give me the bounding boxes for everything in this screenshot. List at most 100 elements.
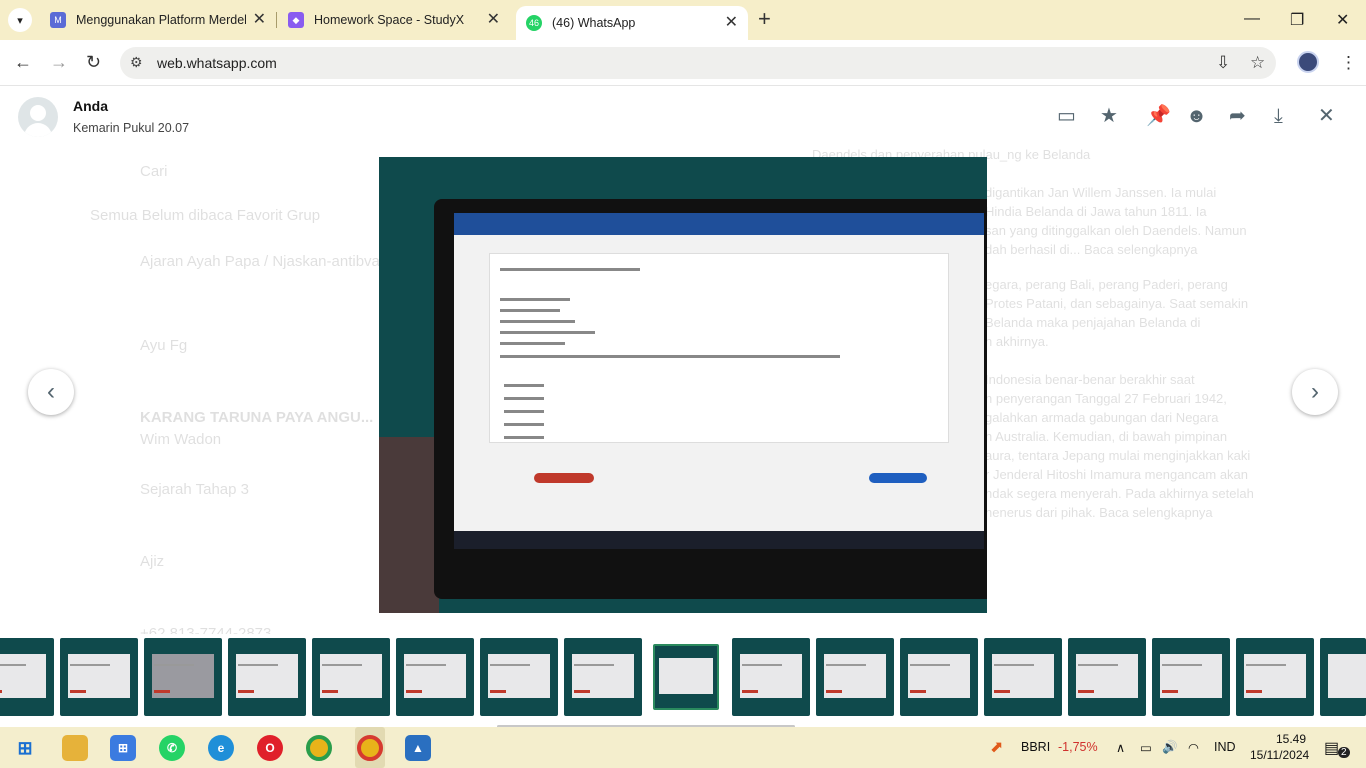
photos-app-icon[interactable]: ▲ [405,735,431,761]
thumbnail[interactable] [0,638,54,716]
bg-message-line: digantikan Jan Willem Janssen. Ia mulai [985,185,1217,200]
photo-option-line [504,423,544,426]
restore-icon[interactable]: ❐ [1290,10,1304,30]
photo-text-line [500,342,565,345]
file-explorer-icon[interactable] [62,735,88,761]
edge-icon[interactable]: e [208,735,234,761]
tab-title: Homework Space - StudyX [314,13,465,27]
thumbnail[interactable] [144,638,222,716]
tab-merdeka[interactable]: M Menggunakan Platform Merdeka ✕ [40,0,276,40]
microsoft-store-icon[interactable]: ⊞ [110,735,136,761]
close-tab-icon[interactable]: ✕ [253,12,266,28]
site-info-icon[interactable]: ⚙ [130,54,143,71]
thumbnail[interactable] [396,638,474,716]
menu-dots-icon[interactable]: ⋮ [1340,53,1357,73]
reload-icon[interactable]: ↻ [86,52,101,73]
thumbnail[interactable] [312,638,390,716]
system-clock[interactable]: 15.49 15/11/2024 [1250,731,1309,763]
go-to-message-icon[interactable]: ▭ [1057,105,1076,127]
close-tab-icon[interactable]: ✕ [487,12,500,28]
notification-center-icon[interactable]: ▤ [1324,738,1339,758]
photo-fabric [379,437,439,613]
windows-start-icon[interactable]: ⊞ [12,735,38,761]
thumbnail[interactable] [816,638,894,716]
photo-screen-taskbar [454,531,984,549]
minimize-icon[interactable]: — [1244,10,1260,28]
bg-message-line: r Jenderal Hitoshi Imamura mengancam aka… [985,467,1249,482]
thumbnail-selected[interactable] [653,644,719,710]
close-viewer-icon[interactable]: ✕ [1318,105,1335,127]
install-app-icon[interactable]: ⇩ [1216,53,1230,73]
chrome-profile-icon[interactable] [357,735,383,761]
tab-title: (46) WhatsApp [552,16,636,30]
tab-studyx[interactable]: ◆ Homework Space - StudyX ✕ [278,0,510,40]
tab-search-dropdown-button[interactable]: ▾ [8,8,32,32]
photo-prev-button-shape [534,473,594,483]
stock-change[interactable]: -1,75% [1058,740,1098,754]
thumbnail[interactable] [1320,638,1366,716]
photo-option-line [504,410,544,413]
bg-message-line: Protes Patani, dan sebagainya. Saat sema… [985,296,1249,311]
thumbnail[interactable] [60,638,138,716]
bg-message-line: dah berhasil di... Baca selengkapnya [985,242,1198,257]
profile-avatar[interactable] [1297,51,1319,73]
whatsapp-app-icon[interactable]: ✆ [159,735,185,761]
photo-option-line [504,436,544,439]
tray-overflow-icon[interactable]: ∧ [1116,740,1125,755]
photo-text-line [500,355,840,358]
stock-name[interactable]: BBRI [1021,740,1050,754]
photo-screen-titlebar [454,213,984,235]
close-tab-icon[interactable]: ✕ [725,15,738,31]
browser-toolbar: ← → ↻ ⚙ web.whatsapp.com ⇩ ☆ ⋮ [0,40,1366,86]
tab-divider [276,12,277,28]
thumbnail[interactable] [1152,638,1230,716]
media-viewer: Cari Semua Belum dibaca Favorit Grup Aja… [0,87,1366,727]
chat-item: KARANG TARUNA PAYA ANGU... [140,409,374,426]
photo-laptop-screen [454,213,984,549]
photo-text-line [500,298,570,301]
photo-text-line [500,320,575,323]
download-icon[interactable]: ⤓ [1274,105,1283,127]
photo-question-card [489,253,949,443]
battery-icon[interactable]: ▭ [1140,740,1152,755]
chat-item: Wim Wadon [140,431,222,448]
bookmark-star-icon[interactable]: ☆ [1250,53,1265,73]
react-emoji-icon[interactable]: ☻ [1186,105,1207,127]
next-media-button[interactable]: › [1292,369,1338,415]
thumbnail[interactable] [228,638,306,716]
thumbnail[interactable] [1068,638,1146,716]
url-text: web.whatsapp.com [157,55,277,71]
thumbnail[interactable] [900,638,978,716]
stock-trend-icon: ⬈ [990,739,1004,756]
thumbnail[interactable] [984,638,1062,716]
window-close-icon[interactable]: ✕ [1336,10,1349,30]
pin-icon[interactable]: 📌 [1146,105,1171,127]
thumbnail[interactable] [1236,638,1314,716]
thumbnail[interactable] [480,638,558,716]
chat-item: Ayu Fg [140,337,188,354]
media-photo [379,157,987,613]
thumbnail[interactable] [564,638,642,716]
photo-next-button-shape [869,473,927,483]
bg-message-line: egara, perang Bali, perang Paderi, peran… [985,277,1228,292]
star-icon[interactable]: ★ [1100,105,1118,127]
previous-media-button[interactable]: ‹ [28,369,74,415]
sender-avatar[interactable] [18,97,58,137]
forward-icon[interactable]: → [50,52,68,73]
chrome-icon[interactable] [306,735,332,761]
photo-text-line [500,309,560,312]
thumbnail[interactable] [732,638,810,716]
new-tab-button[interactable]: + [758,8,771,30]
language-indicator[interactable]: IND [1214,740,1236,754]
tab-whatsapp[interactable]: 46 (46) WhatsApp ✕ [516,6,748,40]
bg-message-line: aura, tentara Jepang mulai menginjakkan … [985,448,1251,463]
chat-item: Ajiz [140,553,165,570]
forward-icon[interactable]: ➦ [1229,105,1246,127]
wifi-icon[interactable]: ◠ [1188,740,1199,755]
bg-message-line: n akhirnya. [985,334,1049,349]
volume-icon[interactable]: 🔊 [1162,740,1178,755]
chat-item: Sejarah Tahap 3 [140,481,249,498]
back-icon[interactable]: ← [14,52,32,73]
opera-icon[interactable]: O [257,735,283,761]
address-bar[interactable]: ⚙ web.whatsapp.com [120,47,1276,79]
